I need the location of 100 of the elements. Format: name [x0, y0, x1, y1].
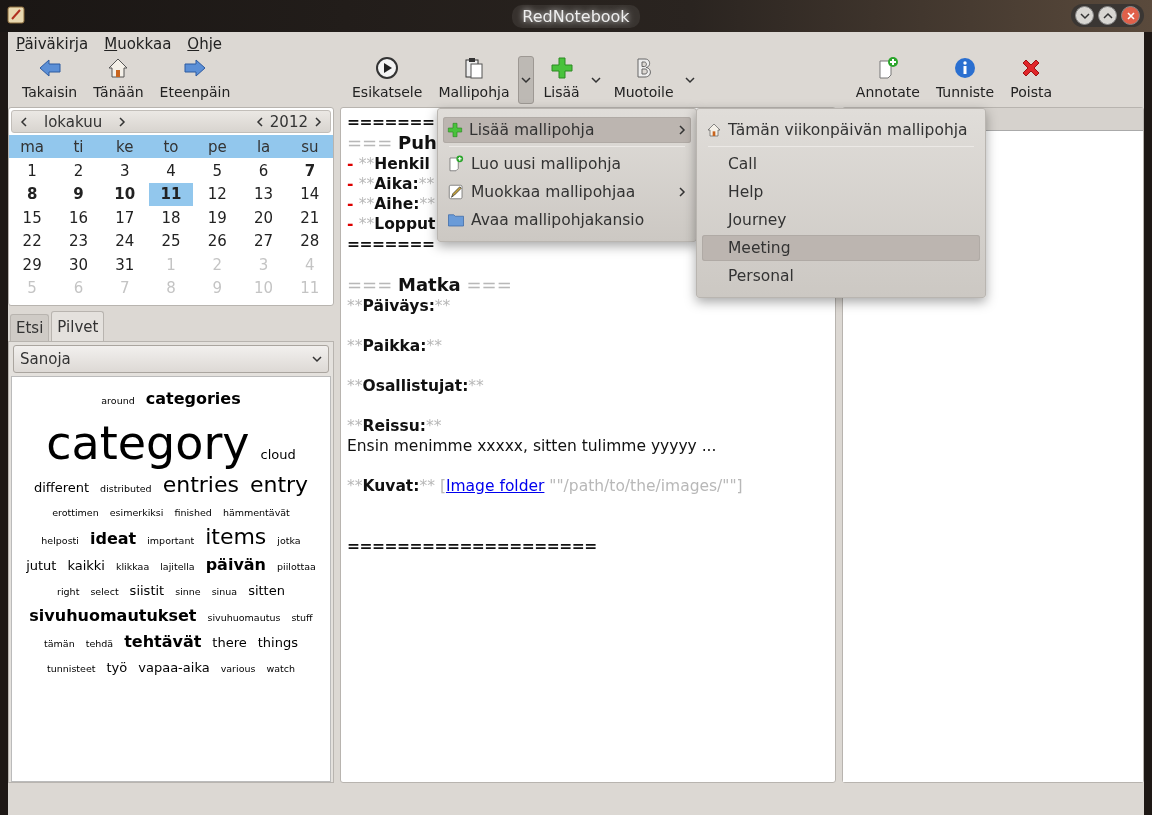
cloud-word[interactable]: työ [106, 656, 128, 680]
calendar-day[interactable]: 19 [195, 206, 240, 230]
cloud-word[interactable]: tämän [44, 632, 75, 656]
cloud-word[interactable]: entry [249, 473, 309, 497]
menu-item[interactable]: Meeting [702, 235, 980, 261]
cloud-word[interactable]: distributed [100, 477, 152, 501]
cloud-word[interactable]: hämmentävät [222, 501, 290, 525]
tab[interactable]: Etsi [10, 314, 50, 341]
calendar-day[interactable]: 14 [287, 182, 332, 206]
cloud-word[interactable]: klikkaa [115, 555, 150, 579]
cloud-word[interactable]: lajitella [160, 555, 195, 579]
cloud-word[interactable]: vapaa-aika [138, 656, 210, 680]
cloud-word[interactable]: tunnisteet [47, 657, 96, 681]
calendar-day[interactable]: 22 [10, 229, 55, 253]
menu-item[interactable]: Avaa mallipohjakansio [443, 207, 691, 233]
cloud-word[interactable]: erottimen [52, 501, 99, 525]
calendar-day[interactable]: 2 [56, 159, 101, 183]
toolbar-button[interactable]: Takaisin [14, 54, 86, 106]
calendar-day[interactable]: 16 [56, 206, 101, 230]
calendar-day[interactable]: 3 [102, 159, 147, 183]
cloud-word[interactable]: cloud [260, 443, 296, 467]
calendar-day[interactable]: 25 [148, 229, 194, 253]
cloud-word[interactable]: category [46, 413, 250, 473]
menu-item[interactable]: Personal [702, 263, 980, 289]
cloud-word[interactable]: sinua [211, 580, 238, 604]
cloud-word[interactable]: stuff [291, 606, 313, 630]
calendar-day[interactable]: 29 [10, 253, 55, 277]
toolbar-button[interactable]: Mallipohja [430, 54, 518, 106]
calendar-day[interactable]: 30 [56, 253, 101, 277]
cloud-word[interactable]: ideat [90, 527, 137, 551]
calendar-day[interactable]: 5 [195, 159, 240, 183]
cloud-word[interactable]: around [101, 389, 135, 413]
cloud-word[interactable]: categories [145, 387, 241, 411]
calendar-day[interactable]: 9 [56, 182, 101, 206]
calendar-day[interactable]: 21 [287, 206, 332, 230]
cloud-word[interactable]: right [57, 580, 80, 604]
cloud-word[interactable]: siistit [129, 579, 165, 603]
cloud-word[interactable]: watch [266, 657, 295, 681]
calendar-day[interactable]: 6 [241, 159, 286, 183]
cloud-word[interactable]: päivän [205, 553, 266, 577]
calendar-day[interactable]: 31 [102, 253, 147, 277]
minimize-button[interactable] [1075, 6, 1094, 25]
calendar-day[interactable]: 4 [148, 159, 194, 183]
toolbar-button[interactable]: Poista [1002, 54, 1060, 106]
maximize-button[interactable] [1098, 6, 1117, 25]
calendar-day[interactable]: 24 [102, 229, 147, 253]
cloud-word[interactable]: important [147, 529, 195, 553]
menu-item[interactable]: Muokkaa mallipohjaa [443, 179, 691, 205]
toolbar-button[interactable]: Esikatsele [344, 54, 431, 106]
menu-item[interactable]: Ohje [187, 35, 223, 53]
tab[interactable]: Pilvet [51, 311, 105, 341]
toolbar-button[interactable]: Muotoile [605, 54, 682, 106]
cloud-word[interactable]: helposti [41, 529, 79, 553]
calendar-day[interactable]: 18 [148, 206, 194, 230]
cloud-word[interactable]: jotka [277, 529, 301, 553]
calendar-day[interactable]: 20 [241, 206, 286, 230]
calendar-day[interactable]: 12 [195, 182, 240, 206]
cloud-word[interactable]: tehtävät [124, 630, 202, 654]
calendar-day[interactable]: 7 [287, 159, 332, 183]
toolbar-button[interactable]: Eteenpäin [151, 54, 239, 106]
calendar-day[interactable]: 10 [102, 182, 147, 206]
calendar-day[interactable]: 17 [102, 206, 147, 230]
cloud-word[interactable]: select [90, 580, 119, 604]
calendar-day[interactable]: 28 [287, 229, 332, 253]
calendar-day[interactable]: 15 [10, 206, 55, 230]
image-folder-link[interactable]: Image folder [445, 477, 545, 495]
calendar-day[interactable]: 13 [241, 182, 286, 206]
menu-item[interactable]: Muokkaa [104, 35, 172, 53]
calendar-day[interactable]: 1 [10, 159, 55, 183]
calendar-day[interactable]: 27 [241, 229, 286, 253]
cloud-word[interactable]: sivuhuomautus [207, 606, 281, 630]
cloud-word[interactable]: there [212, 631, 247, 655]
calendar-day[interactable]: 8 [10, 182, 55, 206]
cloud-word[interactable]: items [205, 525, 267, 549]
menu-item[interactable]: Help [702, 179, 980, 205]
toolbar-button[interactable]: Lisää [535, 54, 588, 106]
cloud-word[interactable]: various [220, 657, 256, 681]
cloud-word[interactable]: sivuhuomautukset [29, 604, 197, 628]
menu-item[interactable]: Lisää mallipohja [443, 117, 691, 143]
cloud-word[interactable]: different [33, 476, 90, 500]
cloud-type-dropdown[interactable]: Sanoja [13, 345, 329, 373]
menu-item[interactable]: Luo uusi mallipohja [443, 151, 691, 177]
menu-item[interactable]: Journey [702, 207, 980, 233]
cloud-word[interactable]: things [257, 631, 298, 655]
calendar-day[interactable]: 26 [195, 229, 240, 253]
cloud-word[interactable]: sitten [248, 579, 285, 603]
calendar-day[interactable]: 23 [56, 229, 101, 253]
close-button[interactable] [1121, 6, 1140, 25]
cloud-word[interactable]: sinne [175, 580, 201, 604]
toolbar-button[interactable]: Annotate [847, 54, 928, 106]
calendar-day[interactable]: 11 [148, 182, 194, 206]
toolbar-button[interactable]: Tänään [85, 54, 152, 106]
cloud-word[interactable]: entries [162, 473, 239, 497]
menu-item[interactable]: Päiväkirja [16, 35, 89, 53]
menu-item[interactable]: Tämän viikonpäivän mallipohja [702, 117, 980, 143]
cloud-word[interactable]: kaikki [67, 554, 105, 578]
menu-item[interactable]: Call [702, 151, 980, 177]
toolbar-button[interactable]: Tunniste [927, 54, 1003, 106]
cloud-word[interactable]: finished [174, 501, 212, 525]
cloud-word[interactable]: esimerkiksi [109, 501, 164, 525]
